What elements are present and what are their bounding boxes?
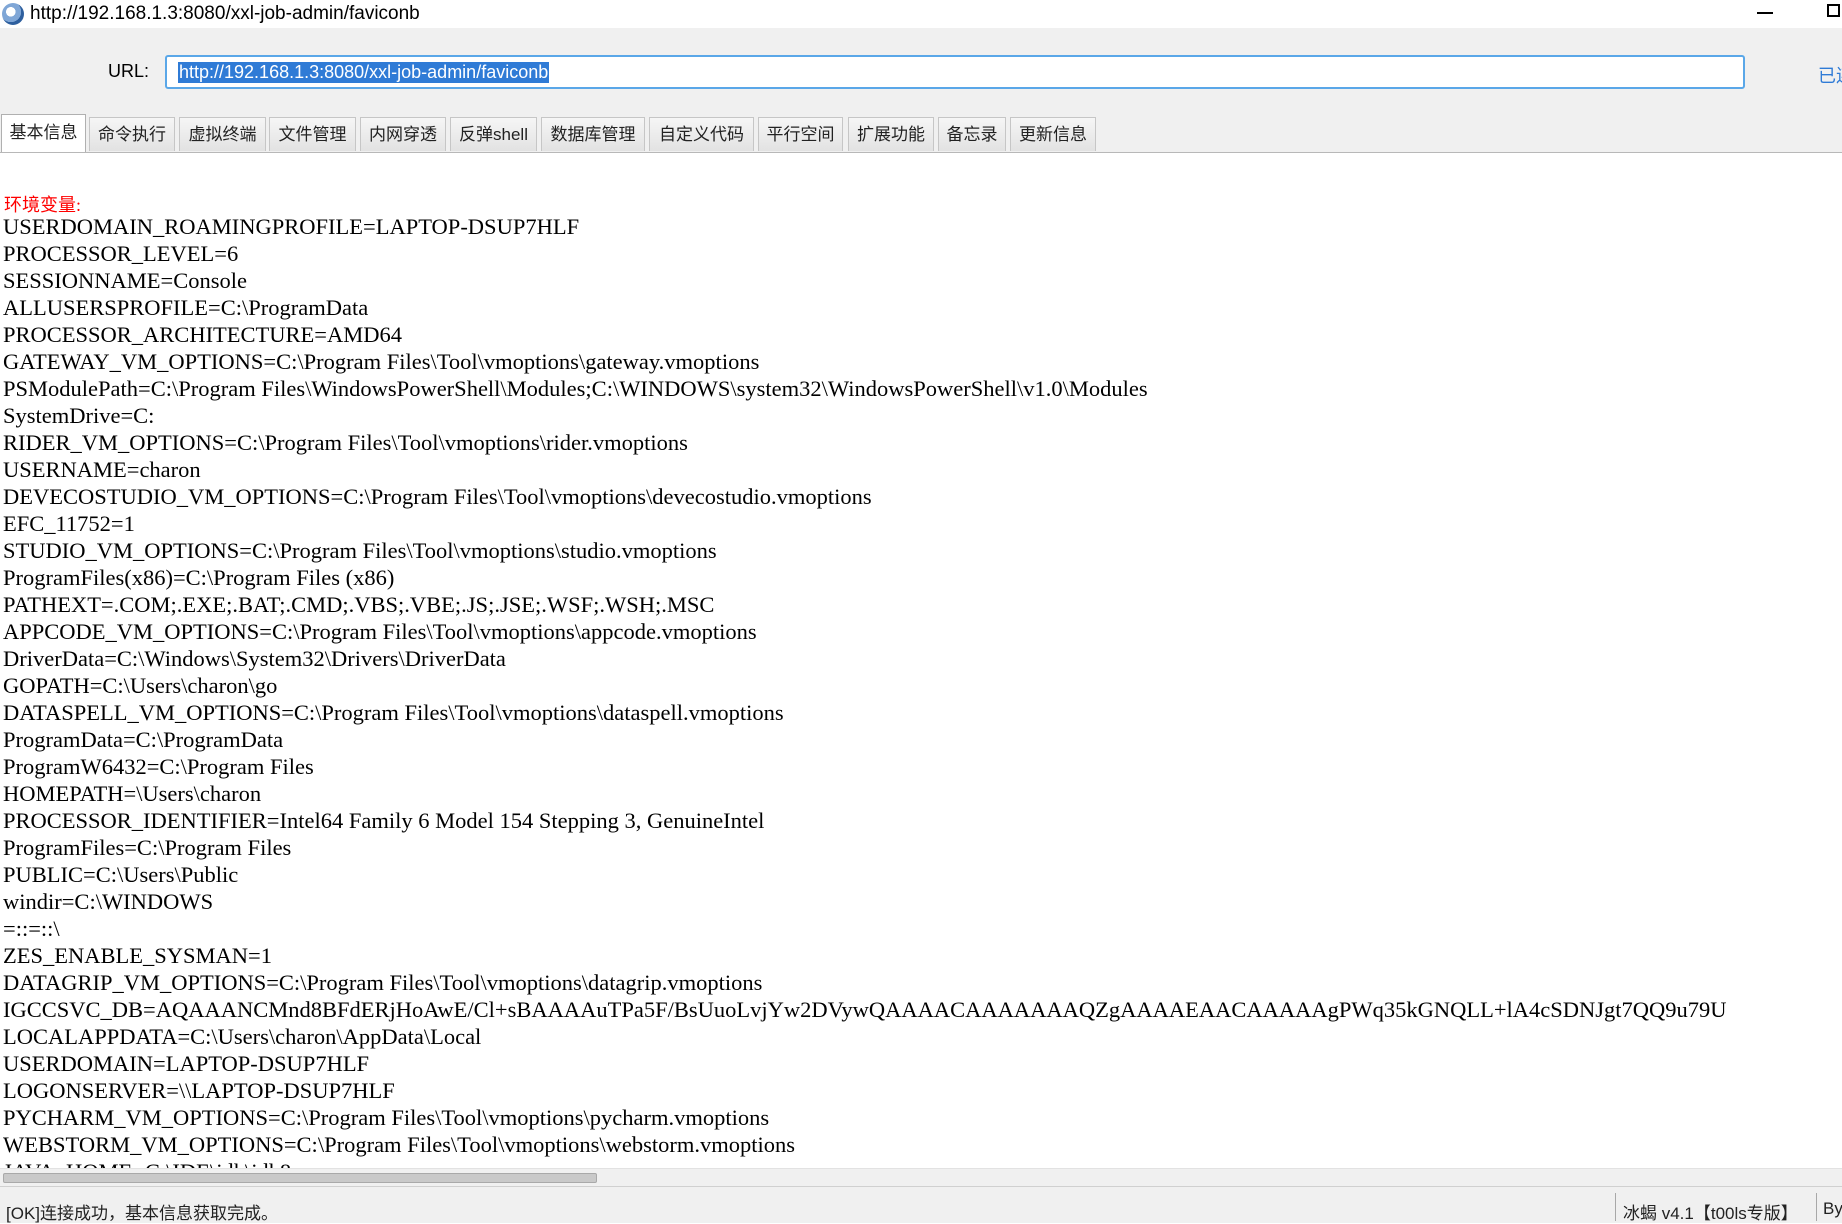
version-label: 冰蝎 v4.1【t00ls专版】 xyxy=(1623,1204,1798,1223)
horizontal-scrollbar[interactable] xyxy=(0,1168,1842,1186)
tab-file-manager[interactable]: 文件管理 xyxy=(269,117,356,151)
env-var-line: PROCESSOR_ARCHITECTURE=AMD64 xyxy=(3,322,402,347)
env-var-line: GATEWAY_VM_OPTIONS=C:\Program Files\Tool… xyxy=(3,349,760,374)
env-var-line: WEBSTORM_VM_OPTIONS=C:\Program Files\Too… xyxy=(3,1132,795,1157)
env-var-line: PROCESSOR_IDENTIFIER=Intel64 Family 6 Mo… xyxy=(3,808,765,833)
tab-parallel-space[interactable]: 平行空间 xyxy=(758,117,843,151)
url-input[interactable]: http://192.168.1.3:8080/xxl-job-admin/fa… xyxy=(165,55,1745,89)
basic-info-panel: 环境变量: USERDOMAIN_ROAMINGPROFILE=LAPTOP-D… xyxy=(0,153,1842,1169)
status-divider xyxy=(1816,1193,1817,1221)
env-var-line: DriverData=C:\Windows\System32\Drivers\D… xyxy=(3,646,506,671)
env-var-line: ProgramFiles=C:\Program Files xyxy=(3,835,292,860)
env-var-line: USERNAME=charon xyxy=(3,457,201,482)
tab-bar: 基本信息 命令执行 虚拟终端 文件管理 内网穿透 反弹shell 数据库管理 自… xyxy=(0,110,1842,153)
tab-virtual-terminal[interactable]: 虚拟终端 xyxy=(179,117,266,151)
env-var-line: PYCHARM_VM_OPTIONS=C:\Program Files\Tool… xyxy=(3,1105,770,1130)
minimize-icon[interactable] xyxy=(1757,12,1773,14)
env-var-line: STUDIO_VM_OPTIONS=C:\Program Files\Tool\… xyxy=(3,538,717,563)
env-var-line: ProgramW6432=C:\Program Files xyxy=(3,754,314,779)
env-var-line: DEVECOSTUDIO_VM_OPTIONS=C:\Program Files… xyxy=(3,484,872,509)
url-bar: URL: http://192.168.1.3:8080/xxl-job-adm… xyxy=(0,28,1842,110)
status-message: [OK]连接成功，基本信息获取完成。 xyxy=(6,1204,279,1223)
author-label: By xyxy=(1823,1199,1842,1218)
env-var-line: EFC_11752=1 xyxy=(3,511,135,536)
env-var-line: PROCESSOR_LEVEL=6 xyxy=(3,241,239,266)
env-var-line: APPCODE_VM_OPTIONS=C:\Program Files\Tool… xyxy=(3,619,757,644)
tab-extensions[interactable]: 扩展功能 xyxy=(848,117,934,151)
env-var-line: USERDOMAIN=LAPTOP-DSUP7HLF xyxy=(3,1051,370,1076)
env-var-line: PATHEXT=.COM;.EXE;.BAT;.CMD;.VBS;.VBE;.J… xyxy=(3,592,715,617)
tab-reverse-shell[interactable]: 反弹shell xyxy=(450,117,537,151)
tab-custom-code[interactable]: 自定义代码 xyxy=(649,117,754,151)
url-input-value[interactable]: http://192.168.1.3:8080/xxl-job-admin/fa… xyxy=(178,62,550,83)
env-var-line: SESSIONNAME=Console xyxy=(3,268,247,293)
status-divider xyxy=(1615,1193,1616,1221)
env-var-line: windir=C:\WINDOWS xyxy=(3,889,214,914)
env-var-line: GOPATH=C:\Users\charon\go xyxy=(3,673,278,698)
env-var-line: HOMEPATH=\Users\charon xyxy=(3,781,262,806)
env-var-line: ProgramFiles(x86)=C:\Program Files (x86) xyxy=(3,565,395,590)
connection-status: 已连 xyxy=(1818,66,1842,86)
window-titlebar: http://192.168.1.3:8080/xxl-job-admin/fa… xyxy=(0,0,1842,28)
env-var-line: =::=::\ xyxy=(3,916,60,941)
window-title: http://192.168.1.3:8080/xxl-job-admin/fa… xyxy=(30,3,420,24)
env-var-line: ProgramData=C:\ProgramData xyxy=(3,727,284,752)
maximize-icon[interactable] xyxy=(1827,4,1840,17)
env-var-line: ZES_ENABLE_SYSMAN=1 xyxy=(3,943,272,968)
tab-update-info[interactable]: 更新信息 xyxy=(1010,117,1096,151)
env-var-line: SystemDrive=C: xyxy=(3,403,155,428)
env-var-line: DATAGRIP_VM_OPTIONS=C:\Program Files\Too… xyxy=(3,970,763,995)
env-var-line: IGCCSVC_DB=AQAAANCMnd8BFdERjHoAwE/Cl+sBA… xyxy=(3,997,1727,1022)
env-var-line: LOCALAPPDATA=C:\Users\charon\AppData\Loc… xyxy=(3,1024,482,1049)
status-bar: [OK]连接成功，基本信息获取完成。 冰蝎 v4.1【t00ls专版】 By xyxy=(0,1186,1842,1223)
tab-intranet-tunnel[interactable]: 内网穿透 xyxy=(360,117,446,151)
env-var-line: RIDER_VM_OPTIONS=C:\Program Files\Tool\v… xyxy=(3,430,688,455)
env-var-line: USERDOMAIN_ROAMINGPROFILE=LAPTOP-DSUP7HL… xyxy=(3,214,580,239)
tab-basic-info[interactable]: 基本信息 xyxy=(1,114,86,152)
scrollbar-thumb[interactable] xyxy=(3,1173,597,1183)
env-var-line: DATASPELL_VM_OPTIONS=C:\Program Files\To… xyxy=(3,700,784,725)
tab-database-manager[interactable]: 数据库管理 xyxy=(541,117,645,151)
env-var-line: PUBLIC=C:\Users\Public xyxy=(3,862,239,887)
env-var-list: USERDOMAIN_ROAMINGPROFILE=LAPTOP-DSUP7HL… xyxy=(3,213,1727,1169)
env-var-line: PSModulePath=C:\Program Files\WindowsPow… xyxy=(3,376,1148,401)
env-var-line: ALLUSERSPROFILE=C:\ProgramData xyxy=(3,295,369,320)
url-label: URL: xyxy=(108,61,150,81)
tab-command-exec[interactable]: 命令执行 xyxy=(89,117,175,151)
app-icon xyxy=(2,3,24,25)
tab-memo[interactable]: 备忘录 xyxy=(938,117,1006,151)
env-var-line: LOGONSERVER=\\LAPTOP-DSUP7HLF xyxy=(3,1078,395,1103)
